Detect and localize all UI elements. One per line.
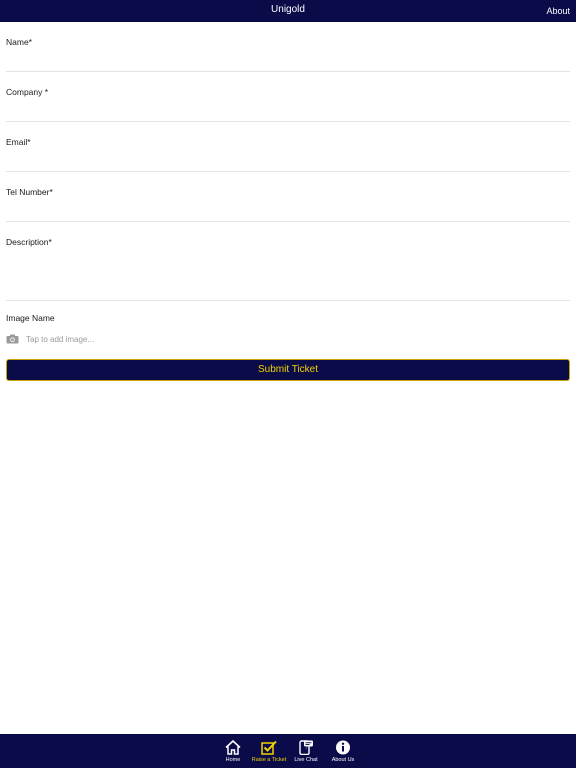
tel-number-label: Tel Number* bbox=[6, 187, 53, 197]
company-label: Company * bbox=[6, 87, 49, 97]
chat-phone-icon bbox=[299, 740, 313, 755]
image-name-label: Image Name bbox=[6, 313, 55, 323]
email-label: Email* bbox=[6, 137, 31, 147]
bottom-tab-bar: Home Raise a Ticket Live Chat About Us bbox=[0, 734, 576, 768]
name-label: Name* bbox=[6, 37, 32, 47]
about-link[interactable]: About bbox=[546, 6, 570, 16]
info-icon bbox=[336, 740, 350, 755]
add-image-hint: Tap to add image... bbox=[26, 334, 95, 344]
tel-number-field[interactable]: Tel Number* bbox=[6, 172, 570, 222]
tab-about-us[interactable]: About Us bbox=[321, 740, 365, 763]
add-image-button[interactable]: Tap to add image... bbox=[6, 333, 94, 345]
description-label: Description* bbox=[6, 237, 52, 247]
camera-icon bbox=[6, 334, 19, 344]
submit-ticket-button[interactable]: Submit Ticket bbox=[6, 359, 570, 381]
home-icon bbox=[225, 740, 241, 755]
tab-about-us-label: About Us bbox=[331, 757, 355, 763]
app-title: Unigold bbox=[271, 4, 305, 15]
description-field[interactable]: Description* bbox=[6, 222, 570, 301]
ticket-form: Name* Company * Email* Tel Number* Descr… bbox=[6, 22, 570, 301]
name-field[interactable]: Name* bbox=[6, 22, 570, 72]
email-field[interactable]: Email* bbox=[6, 122, 570, 172]
top-nav-bar: Unigold About bbox=[0, 0, 576, 22]
company-field[interactable]: Company * bbox=[6, 72, 570, 122]
checkbox-icon bbox=[261, 740, 277, 755]
